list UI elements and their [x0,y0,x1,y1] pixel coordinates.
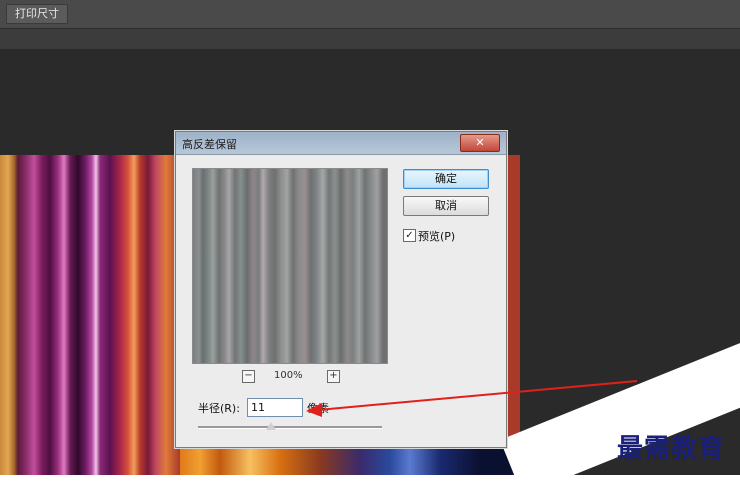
arrow-head [306,403,322,417]
annotation-arrow [306,380,638,417]
watermark-text: 最需教育 [617,434,726,464]
arrow-line [317,380,638,411]
